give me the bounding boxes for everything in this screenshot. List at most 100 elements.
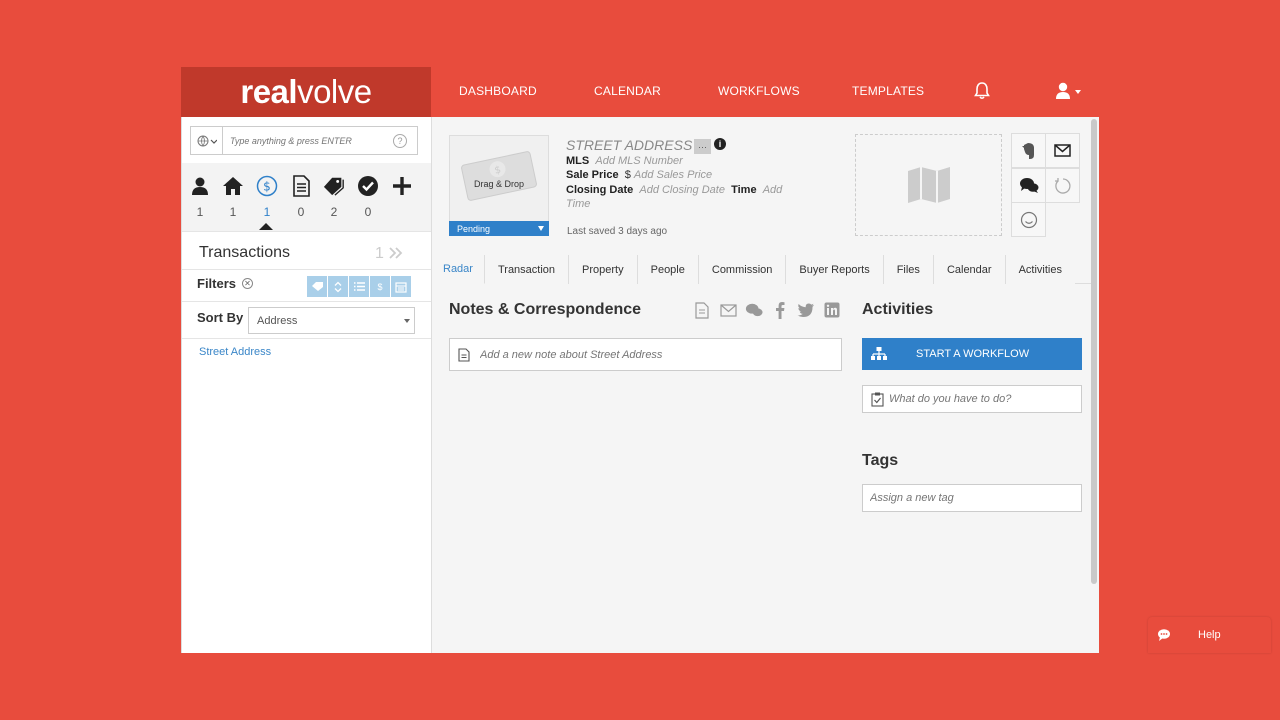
filter-dollar-icon[interactable]: $ [370, 276, 391, 297]
twitter-icon[interactable] [797, 301, 815, 319]
map-icon [907, 167, 950, 203]
tab-commission[interactable]: Commission [698, 255, 787, 284]
search-help-icon[interactable]: ? [393, 133, 407, 148]
divider [182, 269, 431, 270]
evernote-button[interactable] [1011, 133, 1046, 168]
note-input-box [449, 338, 842, 371]
nav-workflows[interactable]: WORKFLOWS [718, 84, 800, 98]
tab-buyer-reports[interactable]: Buyer Reports [786, 255, 884, 284]
properties-count: 1 [229, 205, 237, 219]
help-button[interactable]: Help [1148, 617, 1271, 653]
note-icon[interactable] [693, 301, 711, 319]
email-share-icon[interactable] [719, 301, 737, 319]
svg-text:$: $ [263, 180, 271, 194]
tab-calendar[interactable]: Calendar [933, 255, 1006, 284]
status-dropdown[interactable]: Pending [449, 221, 549, 236]
sort-by-label: Sort By [197, 310, 244, 325]
chat-bubbles-icon [1019, 178, 1038, 193]
refresh-button[interactable] [1045, 168, 1080, 203]
sale-price-field[interactable]: Add Sales Price [634, 169, 712, 181]
sidebar: ? $ 1 1 1 0 2 0 Transactions [182, 117, 432, 653]
properties-category-icon[interactable] [222, 175, 244, 197]
clear-filters-icon[interactable]: ✕ [242, 278, 253, 289]
filter-calendar-icon[interactable] [391, 276, 412, 297]
map-placeholder[interactable] [855, 134, 1002, 236]
currency-symbol: $ [624, 169, 631, 181]
transaction-list-item[interactable]: Street Address [199, 346, 271, 358]
more-options-icon[interactable]: ··· [694, 139, 711, 154]
tab-transaction[interactable]: Transaction [484, 255, 570, 284]
filter-tag-icon[interactable] [307, 276, 328, 297]
tag-input[interactable] [870, 492, 1081, 504]
divider [182, 338, 431, 339]
nav-calendar[interactable]: CALENDAR [594, 84, 661, 98]
tab-activities[interactable]: Activities [1005, 255, 1075, 284]
filters-label: Filters [197, 276, 237, 291]
sort-by-value: Address [257, 314, 298, 327]
collapse-chevron-icon[interactable] [388, 246, 404, 264]
filter-list-icon[interactable] [349, 276, 370, 297]
notifications-bell-icon[interactable] [974, 82, 990, 100]
tags-heading: Tags [862, 452, 899, 469]
vertical-scrollbar[interactable] [1091, 119, 1097, 584]
info-icon[interactable]: i [714, 138, 726, 150]
chat-share-icon[interactable] [745, 301, 763, 319]
linkedin-icon[interactable] [823, 301, 841, 319]
property-address-title[interactable]: STREET ADDRESS [566, 137, 692, 153]
detail-tabs: Radar Transaction Property People Commis… [432, 255, 1092, 284]
sort-by-select[interactable]: Address [248, 307, 415, 334]
mls-label: MLS [566, 155, 590, 167]
tab-radar[interactable]: Radar [432, 255, 485, 284]
tab-files[interactable]: Files [883, 255, 934, 284]
documents-category-icon[interactable] [290, 175, 312, 197]
nav-dashboard[interactable]: DASHBOARD [459, 84, 537, 98]
add-category-icon[interactable] [391, 175, 413, 197]
chat-button[interactable] [1011, 168, 1046, 203]
nav-templates[interactable]: TEMPLATES [852, 84, 924, 98]
active-category-pointer [259, 223, 273, 230]
time-field[interactable]: Add [763, 184, 783, 196]
transactions-count: 1 [263, 205, 271, 219]
mls-field[interactable]: Add MLS Number [595, 155, 682, 167]
facebook-icon[interactable] [771, 301, 789, 319]
notes-heading: Notes & Correspondence [449, 301, 642, 318]
todo-input[interactable] [889, 393, 1081, 405]
contacts-category-icon[interactable] [189, 175, 211, 197]
user-icon [1056, 82, 1081, 99]
mls-row: MLS Add MLS Number [566, 155, 683, 167]
share-icons [693, 301, 841, 319]
chevron-down-icon [538, 226, 544, 231]
top-navigation-bar: realvolve DASHBOARD CALENDAR WORKFLOWS T… [0, 0, 1280, 117]
tasks-category-icon[interactable] [357, 175, 379, 197]
tab-people[interactable]: People [637, 255, 699, 284]
time-label: Time [731, 184, 757, 196]
note-icon [458, 347, 470, 362]
chat-icon [1158, 629, 1170, 641]
logo[interactable]: realvolve [181, 67, 431, 117]
envelope-icon [1054, 144, 1071, 157]
transactions-total: 1 [375, 245, 384, 262]
emoji-button[interactable] [1011, 202, 1046, 237]
start-workflow-button[interactable]: START A WORKFLOW [862, 338, 1082, 370]
search-scope-dropdown[interactable] [191, 127, 223, 154]
todo-input-box [862, 385, 1082, 413]
email-button[interactable] [1045, 133, 1080, 168]
sale-price-label: Sale Price [566, 169, 619, 181]
workflow-icon [871, 347, 887, 360]
note-input[interactable] [480, 348, 841, 361]
tab-property[interactable]: Property [569, 255, 638, 284]
divider [182, 231, 431, 232]
tags-category-icon[interactable] [323, 175, 345, 197]
search-input[interactable] [223, 135, 393, 146]
smiley-icon [1020, 211, 1037, 228]
closing-date-field[interactable]: Add Closing Date [639, 184, 725, 196]
user-menu[interactable] [1055, 82, 1087, 100]
filter-sort-icon[interactable] [328, 276, 349, 297]
transactions-category-icon[interactable]: $ [256, 175, 278, 197]
time-field-cont[interactable]: Time [566, 198, 590, 210]
refresh-icon [1054, 177, 1071, 194]
help-label: Help [1198, 629, 1221, 641]
tasks-count: 0 [364, 205, 372, 219]
clipboard-check-icon [871, 392, 884, 407]
main-panel: ? $ 1 1 1 0 2 0 Transactions [181, 117, 1099, 653]
